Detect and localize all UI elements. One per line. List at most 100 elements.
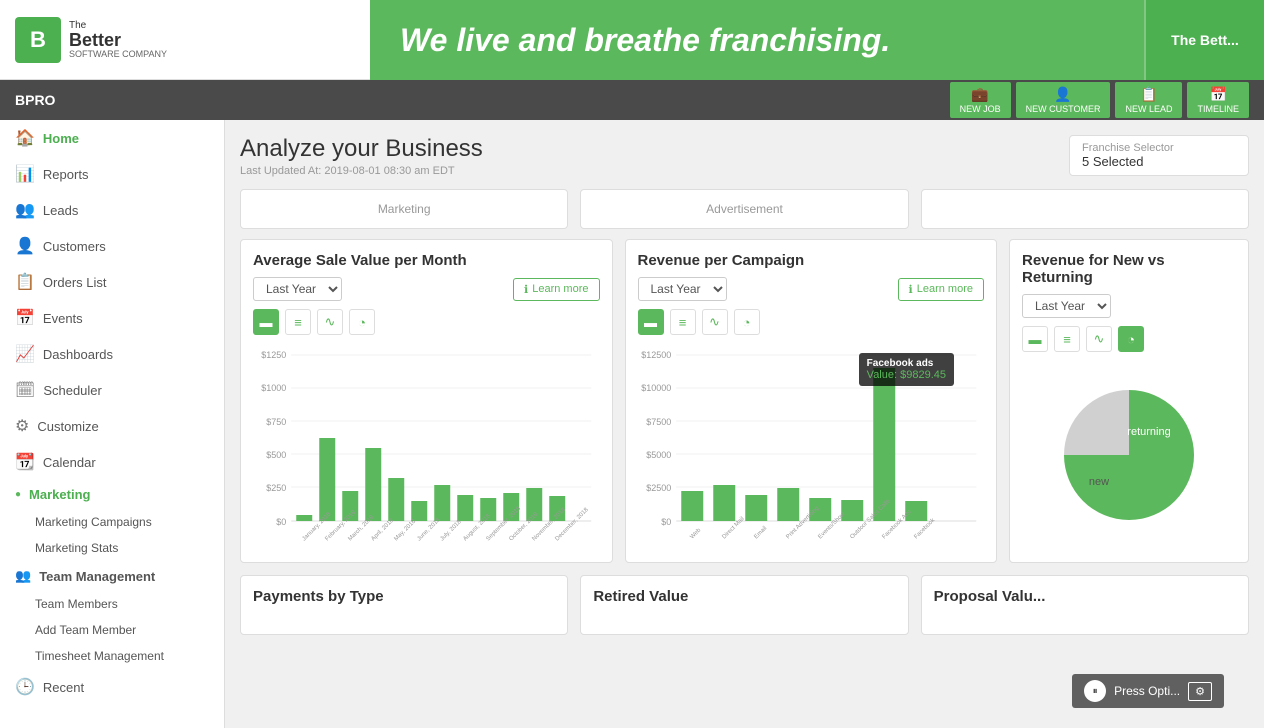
- avg-sale-learn-more-button[interactable]: ℹ Learn more: [513, 278, 599, 301]
- info-icon: ℹ: [524, 283, 528, 296]
- bar-chart-type-icon[interactable]: ▬: [253, 309, 279, 335]
- table-chart-type-icon-3[interactable]: ≡: [1054, 326, 1080, 352]
- logo-text: The Better SOFTWARE COMPANY: [69, 20, 167, 59]
- new-job-button[interactable]: 💼 NEW JOB: [950, 82, 1011, 118]
- team-icon: 👥: [15, 568, 31, 584]
- sidebar-sub-item-marketing-campaigns[interactable]: Marketing Campaigns: [0, 509, 224, 535]
- sidebar: 🏠 Home 📊 Reports 👥 Leads 👤 Customers 📋 O…: [0, 120, 225, 728]
- nav-bar: BPRO 💼 NEW JOB 👤 NEW CUSTOMER 📋 NEW LEAD…: [0, 80, 1264, 120]
- customer-icon: 👤: [1054, 86, 1071, 103]
- payments-by-type-title: Payments by Type: [253, 588, 555, 605]
- dashboards-icon: 📈: [15, 344, 35, 364]
- card-avg-sale-controls: Last Year ℹ Learn more: [253, 277, 600, 301]
- sidebar-sub-item-add-team-member[interactable]: Add Team Member: [0, 617, 224, 643]
- partial-card-marketing: Marketing: [240, 189, 568, 229]
- proposal-value-title: Proposal Valu...: [934, 588, 1236, 605]
- card-revenue-campaign-title: Revenue per Campaign: [638, 252, 985, 269]
- svg-text:new: new: [1089, 476, 1109, 488]
- revenue-campaign-learn-more-button[interactable]: ℹ Learn more: [898, 278, 984, 301]
- bar-chart-type-icon-3[interactable]: ▬: [1022, 326, 1048, 352]
- sidebar-item-recent[interactable]: 🕒 Recent: [0, 669, 224, 705]
- new-returning-pie-area: returning new: [1022, 360, 1236, 550]
- scheduler-icon: 🗓: [15, 380, 35, 400]
- avg-sale-svg: $1250 $1000 $750 $500 $250 $0: [253, 343, 600, 543]
- sidebar-item-marketing[interactable]: ● Marketing: [0, 480, 224, 509]
- banner-tagline: We live and breathe franchising.: [400, 22, 890, 59]
- recent-icon: 🕒: [15, 677, 35, 697]
- bottom-cards: Payments by Type Retired Value Proposal …: [240, 575, 1249, 635]
- sidebar-item-orders-list[interactable]: 📋 Orders List: [0, 264, 224, 300]
- revenue-campaign-period-select[interactable]: Last Year: [638, 277, 727, 301]
- content-area: Analyze your Business Last Updated At: 2…: [225, 120, 1264, 728]
- card-retired-value: Retired Value: [580, 575, 908, 635]
- sidebar-item-events[interactable]: 📅 Events: [0, 300, 224, 336]
- orders-icon: 📋: [15, 272, 35, 292]
- pause-button[interactable]: ⏸: [1084, 680, 1106, 702]
- svg-text:$10000: $10000: [641, 383, 671, 393]
- svg-text:$2500: $2500: [646, 483, 671, 493]
- banner-main: We live and breathe franchising.: [370, 0, 1144, 80]
- sidebar-sub-item-marketing-stats[interactable]: Marketing Stats: [0, 535, 224, 561]
- bar-chart-type-icon-2[interactable]: ▬: [638, 309, 664, 335]
- marketing-dot-icon: ●: [15, 489, 21, 500]
- svg-text:$500: $500: [266, 450, 286, 460]
- new-customer-button[interactable]: 👤 NEW CUSTOMER: [1016, 82, 1111, 118]
- card-revenue-campaign: Revenue per Campaign Last Year ℹ Learn m…: [625, 239, 998, 563]
- line-chart-type-icon-3[interactable]: ∿: [1086, 326, 1112, 352]
- customize-icon: ⚙: [15, 416, 29, 436]
- info-icon-2: ℹ: [909, 283, 913, 296]
- new-returning-period-select[interactable]: Last Year: [1022, 294, 1111, 318]
- new-lead-button[interactable]: 📋 NEW LEAD: [1115, 82, 1182, 118]
- sidebar-item-scheduler[interactable]: 🗓 Scheduler: [0, 372, 224, 408]
- revenue-campaign-chart-area: $12500 $10000 $7500 $5000 $2500 $0: [638, 343, 985, 543]
- svg-text:$12500: $12500: [641, 350, 671, 360]
- logo-area: B The Better SOFTWARE COMPANY: [0, 0, 370, 80]
- pie-chart-type-icon-2[interactable]: ◔: [734, 309, 760, 335]
- sidebar-item-home[interactable]: 🏠 Home: [0, 120, 224, 156]
- table-chart-type-icon[interactable]: ≡: [285, 309, 311, 335]
- card-proposal-value: Proposal Valu...: [921, 575, 1249, 635]
- revenue-campaign-chart-types: ▬ ≡ ∿ ◔: [638, 309, 985, 335]
- sidebar-item-leads[interactable]: 👥 Leads: [0, 192, 224, 228]
- retired-value-title: Retired Value: [593, 588, 895, 605]
- main-layout: 🏠 Home 📊 Reports 👥 Leads 👤 Customers 📋 O…: [0, 120, 1264, 728]
- sidebar-item-dashboards[interactable]: 📈 Dashboards: [0, 336, 224, 372]
- card-payments-by-type: Payments by Type: [240, 575, 568, 635]
- card-new-returning-controls: Last Year: [1022, 294, 1236, 318]
- new-returning-pie-svg: returning new: [1049, 375, 1209, 535]
- franchise-selector[interactable]: Franchise Selector 5 Selected: [1069, 135, 1249, 176]
- line-chart-type-icon[interactable]: ∿: [317, 309, 343, 335]
- timeline-icon: 📅: [1210, 86, 1227, 103]
- sidebar-sub-item-team-members[interactable]: Team Members: [0, 591, 224, 617]
- page-header: Analyze your Business Last Updated At: 2…: [240, 135, 1249, 177]
- reports-icon: 📊: [15, 164, 35, 184]
- sidebar-item-customers[interactable]: 👤 Customers: [0, 228, 224, 264]
- logo-icon: B: [15, 17, 61, 63]
- sidebar-item-team-management[interactable]: 👥 Team Management: [0, 561, 224, 591]
- partial-card-advertisement: Advertisement: [580, 189, 908, 229]
- card-avg-sale-title: Average Sale Value per Month: [253, 252, 600, 269]
- job-icon: 💼: [971, 86, 988, 103]
- press-options-settings-button[interactable]: ⚙: [1188, 682, 1212, 701]
- svg-text:$1000: $1000: [261, 383, 286, 393]
- line-chart-type-icon-2[interactable]: ∿: [702, 309, 728, 335]
- svg-text:$250: $250: [266, 483, 286, 493]
- table-chart-type-icon-2[interactable]: ≡: [670, 309, 696, 335]
- avg-sale-period-select[interactable]: Last Year: [253, 277, 342, 301]
- sidebar-item-customize[interactable]: ⚙ Customize: [0, 408, 224, 444]
- avg-sale-chart-types: ▬ ≡ ∿ ◔: [253, 309, 600, 335]
- press-options-overlay: ⏸ Press Opti... ⚙: [1072, 674, 1224, 708]
- calendar-icon: 📆: [15, 452, 35, 472]
- svg-text:$5000: $5000: [646, 450, 671, 460]
- new-returning-chart-types: ▬ ≡ ∿ ◔: [1022, 326, 1236, 352]
- pie-chart-type-icon[interactable]: ◔: [349, 309, 375, 335]
- events-icon: 📅: [15, 308, 35, 328]
- timeline-button[interactable]: 📅 TIMELINE: [1187, 82, 1249, 118]
- pie-chart-type-icon-3[interactable]: ◔: [1118, 326, 1144, 352]
- sidebar-item-reports[interactable]: 📊 Reports: [0, 156, 224, 192]
- sidebar-sub-item-timesheet-management[interactable]: Timesheet Management: [0, 643, 224, 669]
- sidebar-item-calendar[interactable]: 📆 Calendar: [0, 444, 224, 480]
- svg-text:$0: $0: [276, 517, 286, 527]
- main-chart-cards: Average Sale Value per Month Last Year ℹ…: [240, 239, 1249, 563]
- svg-text:Email: Email: [753, 526, 768, 541]
